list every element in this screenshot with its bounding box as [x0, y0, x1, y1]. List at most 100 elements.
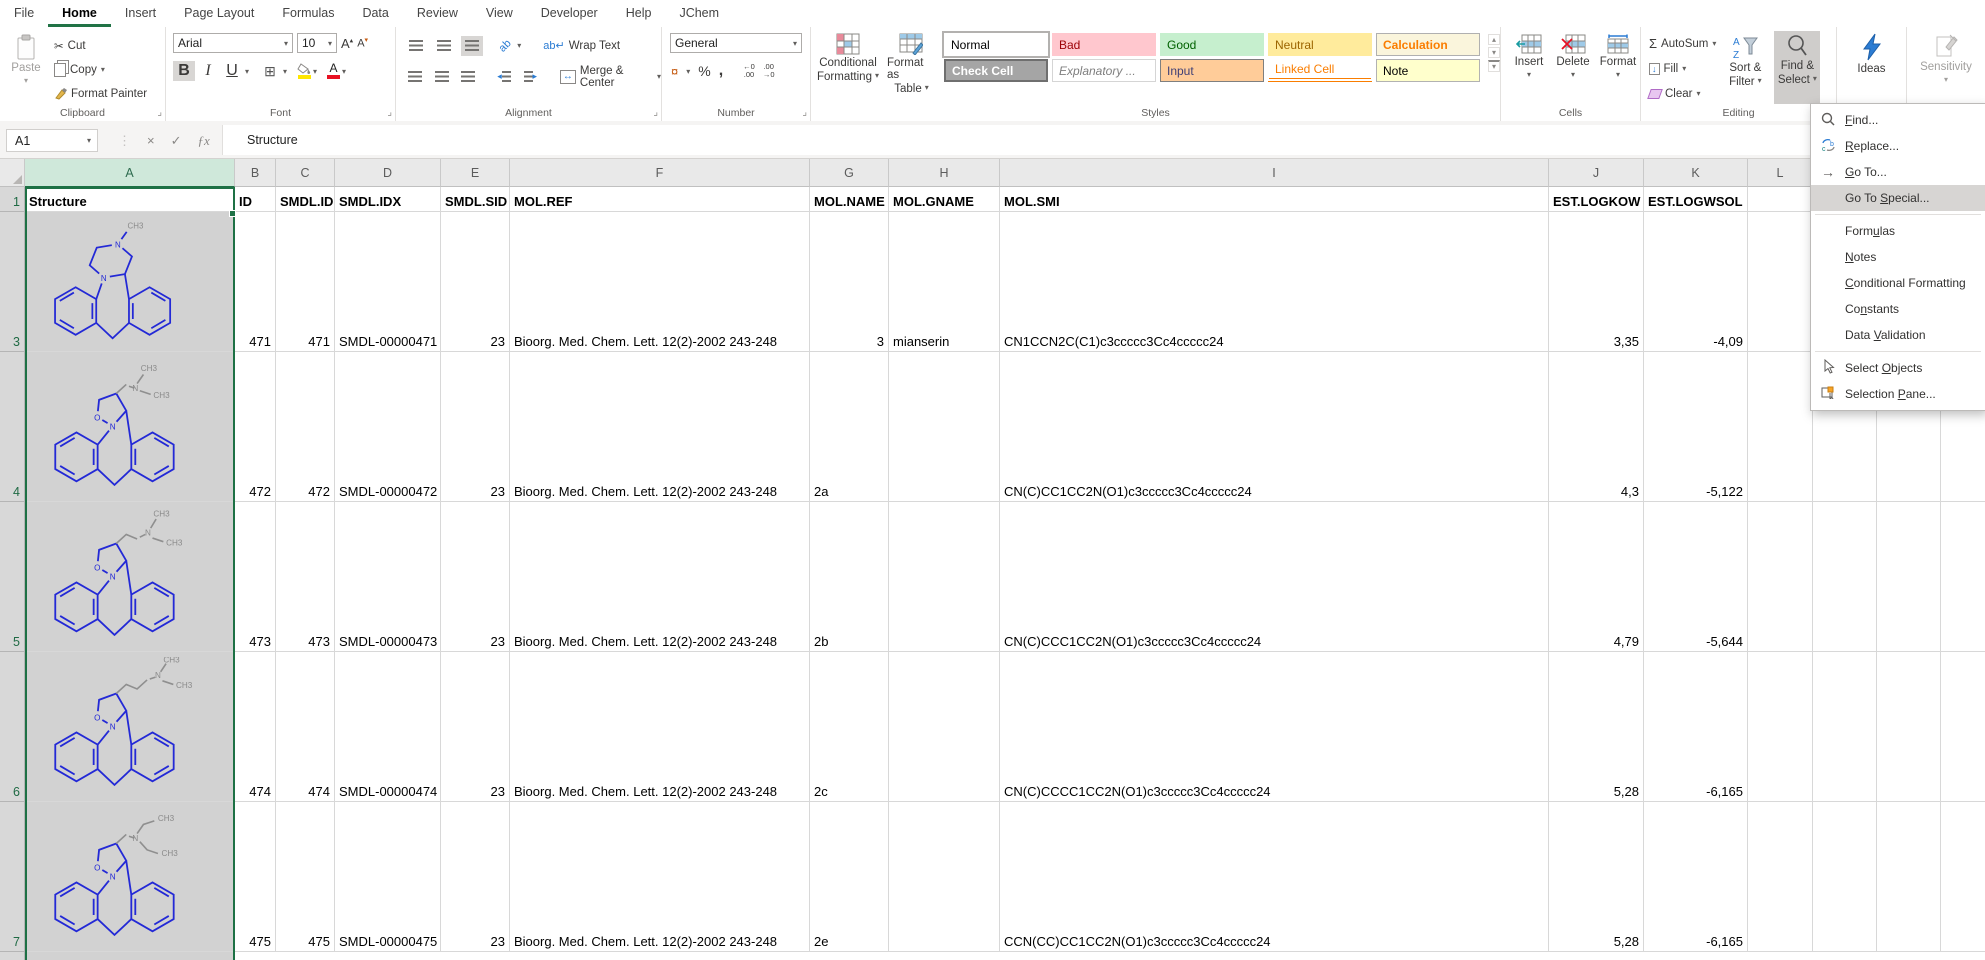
column-header-H[interactable]: H: [889, 159, 1000, 187]
row-header-8[interactable]: [0, 952, 25, 960]
cell-F1[interactable]: MOL.REF: [510, 187, 810, 212]
style-linked-cell[interactable]: Linked Cell: [1267, 59, 1372, 82]
clipboard-dialog-launcher[interactable]: ⌟: [157, 108, 162, 118]
cell[interactable]: 2e: [810, 802, 889, 952]
column-header-L[interactable]: L: [1748, 159, 1813, 187]
cell[interactable]: [1941, 802, 1985, 952]
cell[interactable]: 2a: [810, 352, 889, 502]
tab-formulas[interactable]: Formulas: [268, 0, 348, 27]
gallery-more-button[interactable]: ▾: [1487, 60, 1500, 72]
format-painter-button[interactable]: Format Painter: [54, 83, 147, 104]
cell-G1[interactable]: MOL.NAME: [810, 187, 889, 212]
cell[interactable]: 5,28: [1549, 802, 1644, 952]
style-bad[interactable]: Bad: [1051, 33, 1156, 56]
cell[interactable]: [889, 802, 1000, 952]
font-dialog-launcher[interactable]: ⌟: [387, 108, 392, 118]
column-header-G[interactable]: G: [810, 159, 889, 187]
cell[interactable]: 475: [276, 802, 335, 952]
menu-item-conditional-formatting[interactable]: Conditional Formatting: [1811, 270, 1985, 296]
cell[interactable]: -5,122: [1644, 352, 1748, 502]
cell[interactable]: CN(C)CCC1CC2N(O1)c3ccccc3Cc4ccccc24: [1000, 502, 1549, 652]
style-good[interactable]: Good: [1159, 33, 1264, 56]
column-header-I[interactable]: I: [1000, 159, 1549, 187]
delete-cells-button[interactable]: Delete ▾: [1553, 31, 1593, 79]
align-middle-button[interactable]: [433, 36, 455, 56]
cell[interactable]: 472: [235, 352, 276, 502]
cell[interactable]: [1748, 502, 1813, 652]
cell[interactable]: SMDL-00000473: [335, 502, 441, 652]
structure-cell-2b[interactable]: N O N CH3 CH3: [25, 502, 235, 652]
cell[interactable]: [1748, 212, 1813, 352]
cell[interactable]: 23: [441, 352, 510, 502]
cell-J1[interactable]: EST.LOGKOW: [1549, 187, 1644, 212]
cell-I1[interactable]: MOL.SMI: [1000, 187, 1549, 212]
cell-L1[interactable]: [1748, 187, 1813, 212]
column-header-D[interactable]: D: [335, 159, 441, 187]
clear-button[interactable]: Clear ▾: [1647, 83, 1716, 104]
cell[interactable]: Bioorg. Med. Chem. Lett. 12(2)-2002 243-…: [510, 352, 810, 502]
cut-button[interactable]: ✂ Cut: [54, 35, 147, 56]
font-size-combo[interactable]: 10 ▾: [297, 33, 337, 53]
menu-item-find[interactable]: Find...: [1811, 107, 1985, 133]
column-header-K[interactable]: K: [1644, 159, 1748, 187]
decrease-indent-button[interactable]: ◂: [494, 67, 514, 87]
cell[interactable]: [1813, 502, 1877, 652]
cell[interactable]: 475: [235, 802, 276, 952]
gallery-down-button[interactable]: ▾: [1487, 47, 1500, 58]
borders-button[interactable]: ⊞: [259, 61, 281, 81]
tab-data[interactable]: Data: [348, 0, 402, 27]
cell[interactable]: 2c: [810, 652, 889, 802]
cell[interactable]: -6,165: [1644, 802, 1748, 952]
cell[interactable]: CN(C)CCCC1CC2N(O1)c3ccccc3Cc4ccccc24: [1000, 652, 1549, 802]
cell[interactable]: -6,165: [1644, 652, 1748, 802]
underline-chevron[interactable]: ▾: [245, 67, 249, 76]
cell[interactable]: SMDL-00000472: [335, 352, 441, 502]
orientation-chevron[interactable]: ▾: [517, 41, 521, 50]
tab-page-layout[interactable]: Page Layout: [170, 0, 268, 27]
cell[interactable]: 473: [235, 502, 276, 652]
menu-item-replace[interactable]: bc Replace...: [1811, 133, 1985, 159]
row-header-4[interactable]: 4: [0, 352, 25, 502]
cell[interactable]: 471: [235, 212, 276, 352]
font-color-button[interactable]: A: [327, 62, 341, 79]
structure-cell-2a[interactable]: N O N CH3 CH3: [25, 352, 235, 502]
align-center-button[interactable]: [431, 67, 451, 87]
style-note[interactable]: Note: [1375, 59, 1480, 82]
percent-style-button[interactable]: %: [698, 63, 710, 79]
cell[interactable]: 4,3: [1549, 352, 1644, 502]
cell[interactable]: [889, 652, 1000, 802]
bold-button[interactable]: B: [173, 61, 195, 81]
cell[interactable]: 2b: [810, 502, 889, 652]
style-input[interactable]: Input: [1159, 59, 1264, 82]
structure-cell-mianserin[interactable]: N N CH3: [25, 212, 235, 352]
cell[interactable]: [1941, 502, 1985, 652]
cell-D1[interactable]: SMDL.IDX: [335, 187, 441, 212]
name-box-chevron[interactable]: ▾: [87, 136, 91, 145]
tab-file[interactable]: File: [0, 0, 48, 27]
menu-item-go-to-special[interactable]: Go To Special...: [1811, 185, 1985, 211]
accounting-format-button[interactable]: ¤: [671, 64, 678, 79]
cancel-icon[interactable]: ×: [147, 133, 155, 148]
cell[interactable]: [1941, 652, 1985, 802]
copy-button[interactable]: Copy ▾: [54, 59, 147, 80]
enter-icon[interactable]: ✓: [171, 133, 182, 149]
tab-review[interactable]: Review: [403, 0, 472, 27]
increase-decimal-button[interactable]: ←0.00: [743, 63, 755, 79]
paste-button[interactable]: Paste ▾: [6, 31, 46, 104]
cell[interactable]: 23: [441, 502, 510, 652]
style-neutral[interactable]: Neutral: [1267, 33, 1372, 56]
menu-item-select-objects[interactable]: Select Objects: [1811, 355, 1985, 381]
cell[interactable]: [1877, 802, 1941, 952]
cell[interactable]: [889, 352, 1000, 502]
style-explanatory[interactable]: Explanatory ...: [1051, 59, 1156, 82]
formula-drag-handle[interactable]: ⋮: [118, 133, 131, 149]
accounting-chevron[interactable]: ▾: [686, 67, 690, 76]
cell[interactable]: [889, 502, 1000, 652]
cell-K1[interactable]: EST.LOGWSOL: [1644, 187, 1748, 212]
fill-color-button[interactable]: [297, 63, 311, 79]
cell[interactable]: CN1CCN2C(C1)c3ccccc3Cc4ccccc24: [1000, 212, 1549, 352]
column-header-J[interactable]: J: [1549, 159, 1644, 187]
fill-button[interactable]: ↓ Fill ▾: [1649, 58, 1716, 79]
cell[interactable]: Bioorg. Med. Chem. Lett. 12(2)-2002 243-…: [510, 502, 810, 652]
underline-button[interactable]: U: [221, 61, 243, 81]
